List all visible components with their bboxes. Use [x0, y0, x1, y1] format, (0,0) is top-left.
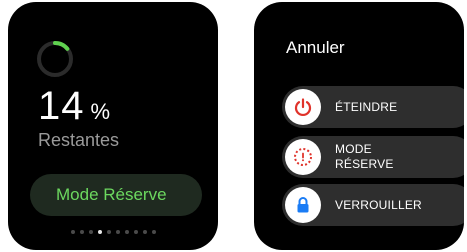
- lock-slider[interactable]: VERROUILLER: [282, 184, 464, 226]
- power-off-knob[interactable]: [285, 89, 321, 125]
- page-dot: [70, 230, 75, 234]
- page-dot: [88, 230, 93, 234]
- page-indicator: [8, 230, 218, 234]
- battery-screen: 14 % Restantes Mode Réserve: [8, 2, 218, 250]
- power-reserve-label: MODE RÉSERVE: [335, 142, 394, 171]
- battery-percentage: 14 %: [38, 84, 110, 129]
- page-dot: [115, 230, 120, 234]
- power-icon: [294, 98, 312, 116]
- power-reserve-knob[interactable]: [285, 139, 321, 175]
- lock-label: VERROUILLER: [335, 197, 422, 212]
- cancel-button[interactable]: Annuler: [286, 38, 345, 58]
- lock-knob[interactable]: [285, 187, 321, 223]
- battery-ring-icon: [37, 41, 73, 77]
- power-off-label: ÉTEINDRE: [335, 99, 398, 114]
- power-reserve-button[interactable]: Mode Réserve: [30, 174, 202, 216]
- power-reserve-slider[interactable]: MODE RÉSERVE: [282, 136, 464, 178]
- page-dot-active: [97, 230, 102, 234]
- page-dot: [142, 230, 147, 234]
- page-dot: [124, 230, 129, 234]
- power-reserve-button-label: Mode Réserve: [56, 185, 167, 204]
- battery-percent-unit: %: [90, 99, 111, 124]
- battery-percent-value: 14: [38, 84, 85, 128]
- page-dot: [151, 230, 156, 234]
- page-dot: [133, 230, 138, 234]
- lock-icon: [297, 197, 309, 213]
- page-dot: [106, 230, 111, 234]
- reserve-icon: [294, 148, 312, 166]
- remaining-label: Restantes: [38, 130, 120, 150]
- power-off-slider[interactable]: ÉTEINDRE: [282, 86, 464, 128]
- page-dot: [79, 230, 84, 234]
- power-menu-screen: Annuler ÉTEINDRE MODE RÉSERVE VERROUILLE…: [254, 2, 464, 250]
